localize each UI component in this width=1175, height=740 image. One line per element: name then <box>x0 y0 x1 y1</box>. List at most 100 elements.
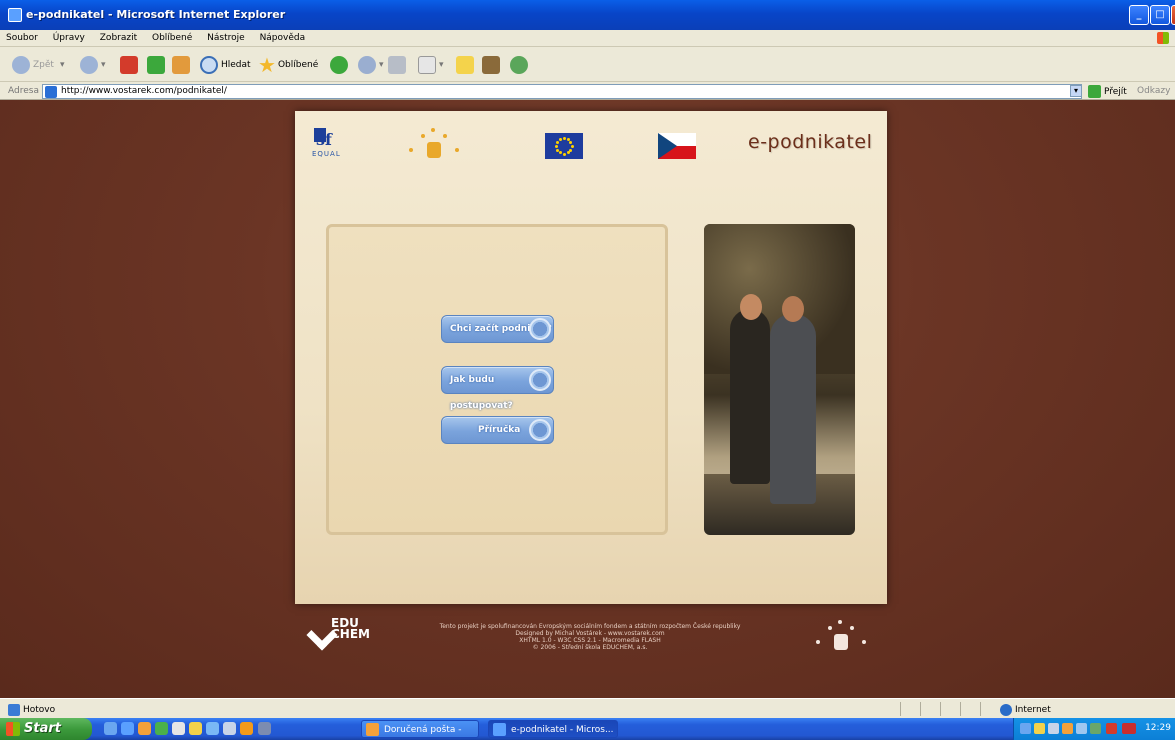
stop-button[interactable] <box>120 54 141 76</box>
research-button[interactable] <box>482 54 503 76</box>
menu-upravy[interactable]: Úpravy <box>47 30 91 46</box>
back-button[interactable]: Zpět ▾ <box>12 54 64 76</box>
app-quicklaunch-icon[interactable] <box>240 722 253 735</box>
address-dropdown-icon[interactable]: ▾ <box>1070 85 1082 97</box>
app-quicklaunch-icon[interactable] <box>206 722 219 735</box>
back-dropdown-icon[interactable]: ▾ <box>60 60 65 70</box>
eu-flag <box>545 133 583 159</box>
eu-star-icon <box>554 144 558 148</box>
eu-star-icon <box>555 140 559 144</box>
home-button[interactable] <box>172 54 193 76</box>
stop-icon <box>120 56 138 74</box>
esf-equal-logo: sf EQUAL <box>312 128 356 162</box>
discuss-button[interactable] <box>456 54 477 76</box>
taskbar-item-outlook[interactable]: Doručená pošta - Mic... <box>361 720 479 738</box>
outlook-icon <box>366 723 379 736</box>
handbook-button[interactable]: Příručka <box>441 416 554 444</box>
site-brand-title: e-podnikatel <box>748 131 873 153</box>
ie-icon <box>493 723 506 736</box>
address-input[interactable]: http://www.vostarek.com/podnikatel/ <box>42 84 1082 99</box>
start-button[interactable]: Start <box>0 718 92 740</box>
windows-logo-icon <box>6 722 20 736</box>
footer-line: Designed by Michal Vostárek - www.vostar… <box>515 630 665 637</box>
tray-icon[interactable] <box>1020 723 1031 734</box>
eu-star-icon <box>566 151 570 155</box>
eu-star-icon <box>570 144 574 148</box>
close-button[interactable]: × <box>1171 5 1175 25</box>
refresh-button[interactable] <box>147 54 168 76</box>
taskbar-item-ie[interactable]: e-podnikatel - Micros... <box>488 720 618 738</box>
history-icon <box>330 56 348 74</box>
app-quicklaunch-icon[interactable] <box>258 722 271 735</box>
links-button[interactable]: Odkazy <box>1137 86 1170 96</box>
books-icon <box>482 56 500 74</box>
ie-quicklaunch-icon[interactable] <box>121 722 134 735</box>
tray-icon[interactable] <box>1106 723 1117 734</box>
circle-icon <box>529 419 551 441</box>
taskbar: Start Doručená pošta - Mic... e-podnikat… <box>0 718 1175 740</box>
eu-star-icon <box>562 152 566 156</box>
menu-zobrazit[interactable]: Zobrazit <box>94 30 143 46</box>
tray-icon[interactable] <box>1122 723 1136 734</box>
mail-button[interactable]: ▾ <box>358 54 384 76</box>
menu-soubor[interactable]: Soubor <box>0 30 44 46</box>
page-done-icon <box>8 704 20 716</box>
note-icon <box>456 56 474 74</box>
history-button[interactable] <box>330 54 351 76</box>
menu-bar: Soubor Úpravy Zobrazit Oblíbené Nástroje… <box>0 30 1175 47</box>
favorites-label: Oblíbené <box>277 60 319 70</box>
app-quicklaunch-icon[interactable] <box>223 722 236 735</box>
address-label: Adresa <box>8 86 39 96</box>
minimize-button[interactable]: _ <box>1129 5 1149 25</box>
go-arrow-icon <box>1088 85 1101 98</box>
search-button[interactable]: Hledat <box>200 54 251 76</box>
edit-button[interactable]: ▾ <box>418 54 444 76</box>
outlook-quicklaunch-icon[interactable] <box>138 722 151 735</box>
print-icon <box>388 56 406 74</box>
circle-icon <box>529 369 551 391</box>
print-button[interactable] <box>388 54 409 76</box>
app-quicklaunch-icon[interactable] <box>155 722 168 735</box>
windows-logo-icon <box>1157 32 1169 44</box>
educhem-text: EDU CHEM <box>331 616 370 641</box>
ie-app-icon <box>8 8 22 22</box>
menu-nastroje[interactable]: Nástroje <box>201 30 251 46</box>
show-desktop-icon[interactable] <box>104 722 117 735</box>
star-quicklaunch-icon[interactable] <box>189 722 202 735</box>
footer-line: XHTML 1.0 - W3C CSS 2.1 - Macromedia FLA… <box>519 637 661 644</box>
clock[interactable]: 12:29 <box>1145 723 1171 733</box>
system-tray: 12:29 <box>1013 718 1175 740</box>
internet-zone-icon <box>1000 704 1012 716</box>
menu-napoveda[interactable]: Nápověda <box>254 30 312 46</box>
tray-icon[interactable] <box>1034 723 1045 734</box>
favorites-button[interactable]: ★ Oblíbené <box>258 53 319 77</box>
start-business-button[interactable]: Chci začít podnikat? <box>441 315 554 343</box>
tray-icon[interactable] <box>1076 723 1087 734</box>
circle-icon <box>529 318 551 340</box>
word-icon <box>418 56 436 74</box>
window-title-bar[interactable]: e-podnikatel - Microsoft Internet Explor… <box>0 0 1175 30</box>
how-to-proceed-button[interactable]: Jak budu postupovat? <box>441 366 554 411</box>
address-bar: Adresa http://www.vostarek.com/podnikate… <box>0 83 1175 100</box>
maximize-button[interactable]: □ <box>1150 5 1170 25</box>
eu-star-icon <box>569 140 573 144</box>
how-to-proceed-label: Jak budu postupovat? <box>450 375 513 411</box>
eu-star-icon <box>558 151 562 155</box>
footer-text: Tento projekt je spolufinancován Evropsk… <box>400 623 780 651</box>
footer-line: © 2006 - Střední škola EDUCHEM, a.s. <box>532 644 648 651</box>
handbook-label: Příručka <box>478 425 521 435</box>
messenger-button[interactable] <box>510 54 531 76</box>
educhem-stars-logo-bottom <box>812 620 872 654</box>
tray-icon[interactable] <box>1062 723 1073 734</box>
eu-star-icon <box>569 148 573 152</box>
menu-oblibene[interactable]: Oblíbené <box>146 30 198 46</box>
eu-star-icon <box>555 148 559 152</box>
app-quicklaunch-icon[interactable] <box>172 722 185 735</box>
back-label: Zpět <box>33 60 54 70</box>
page-icon <box>45 86 57 98</box>
tray-icon[interactable] <box>1048 723 1059 734</box>
forward-button[interactable]: ▾ <box>80 54 106 76</box>
tray-icon[interactable] <box>1090 723 1101 734</box>
status-bar: Hotovo Internet <box>0 698 1175 718</box>
go-button[interactable]: Přejít <box>1088 84 1127 99</box>
